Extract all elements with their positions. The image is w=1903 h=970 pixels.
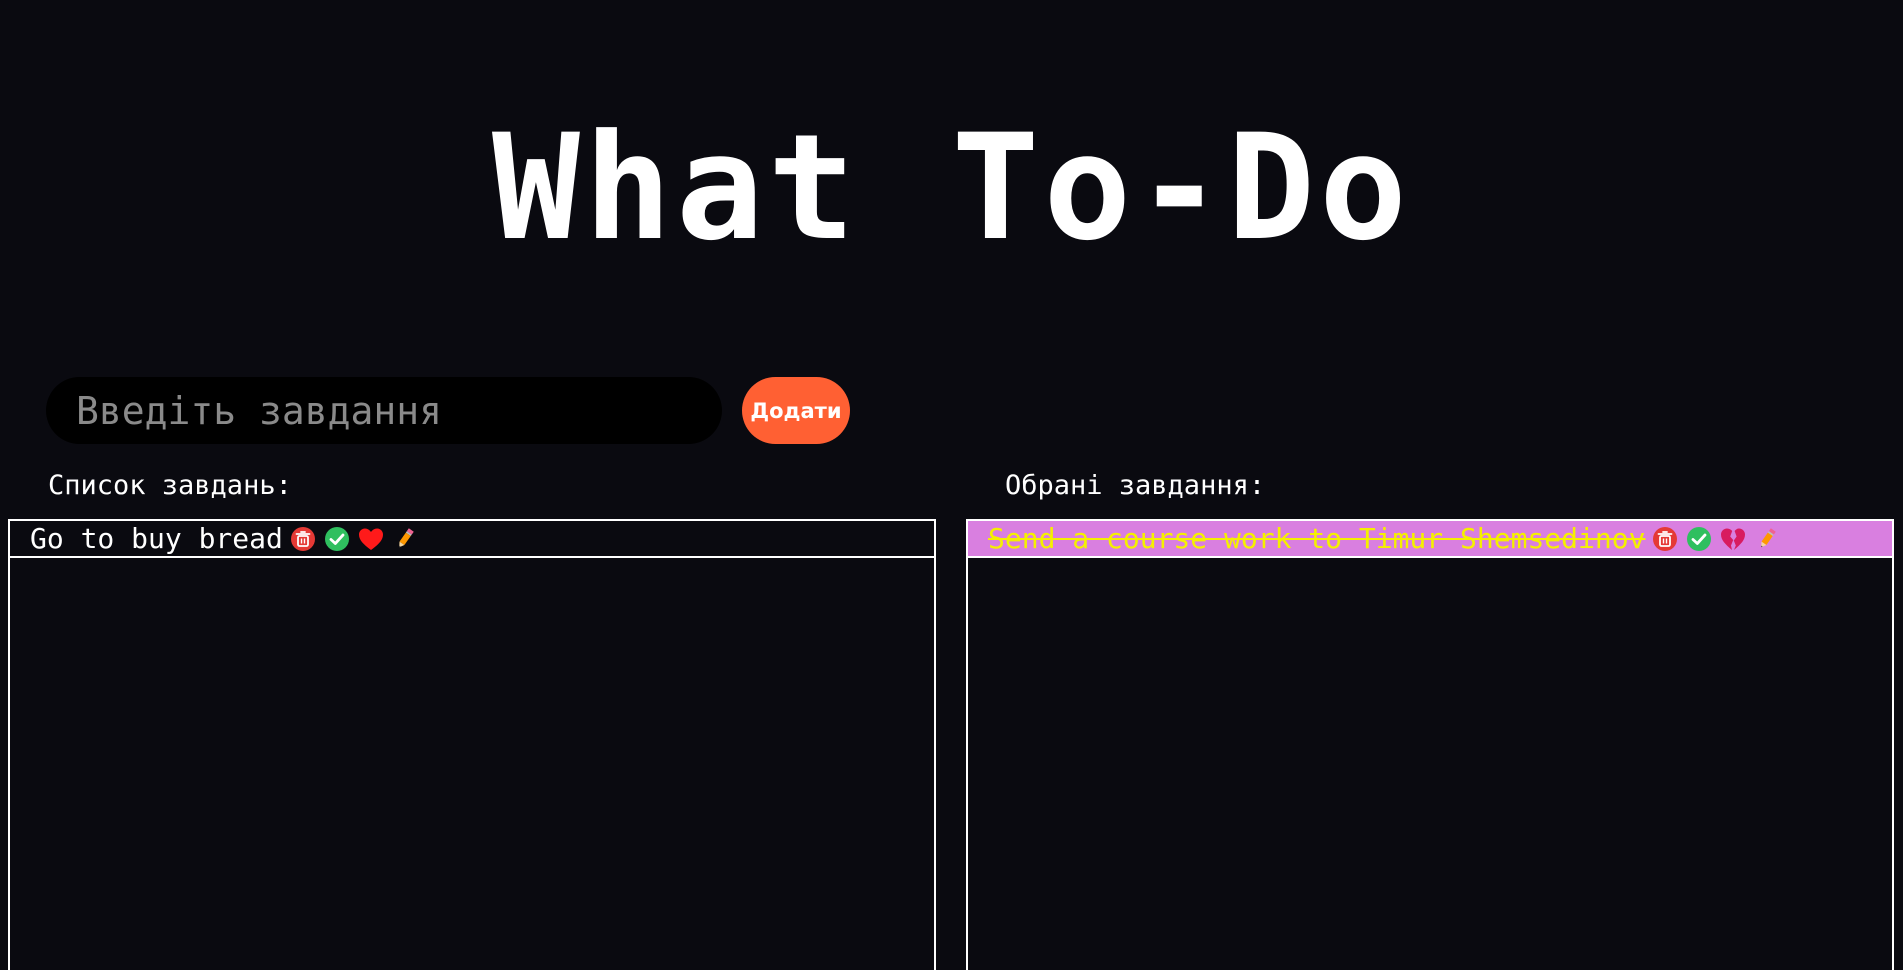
heart-icon[interactable] — [357, 525, 385, 553]
page-title: What To-Do — [492, 103, 1411, 273]
add-task-form: Додати — [46, 377, 850, 444]
task-input[interactable] — [46, 377, 722, 444]
favorites-list: Send a course work to Timur Shemsedinov — [966, 519, 1894, 970]
task-text[interactable]: Go to buy bread — [30, 521, 283, 557]
trash-icon[interactable] — [1651, 525, 1679, 553]
tasks-list-label: Список завдань: — [48, 470, 292, 501]
favorite-task-item: Send a course work to Timur Shemsedinov — [968, 521, 1892, 558]
task-item: Go to buy bread — [10, 521, 934, 558]
trash-icon[interactable] — [289, 525, 317, 553]
favorites-list-label: Обрані завдання: — [1005, 470, 1266, 501]
tasks-list: Go to buy bread — [8, 519, 936, 970]
pencil-icon[interactable] — [1753, 525, 1781, 553]
todo-app: What To-Do Додати Список завдань: Обрані… — [0, 0, 1903, 970]
broken-heart-icon[interactable] — [1719, 525, 1747, 553]
pencil-icon[interactable] — [391, 525, 419, 553]
add-task-button[interactable]: Додати — [742, 377, 850, 444]
check-icon[interactable] — [323, 525, 351, 553]
task-text[interactable]: Send a course work to Timur Shemsedinov — [988, 521, 1645, 557]
check-icon[interactable] — [1685, 525, 1713, 553]
